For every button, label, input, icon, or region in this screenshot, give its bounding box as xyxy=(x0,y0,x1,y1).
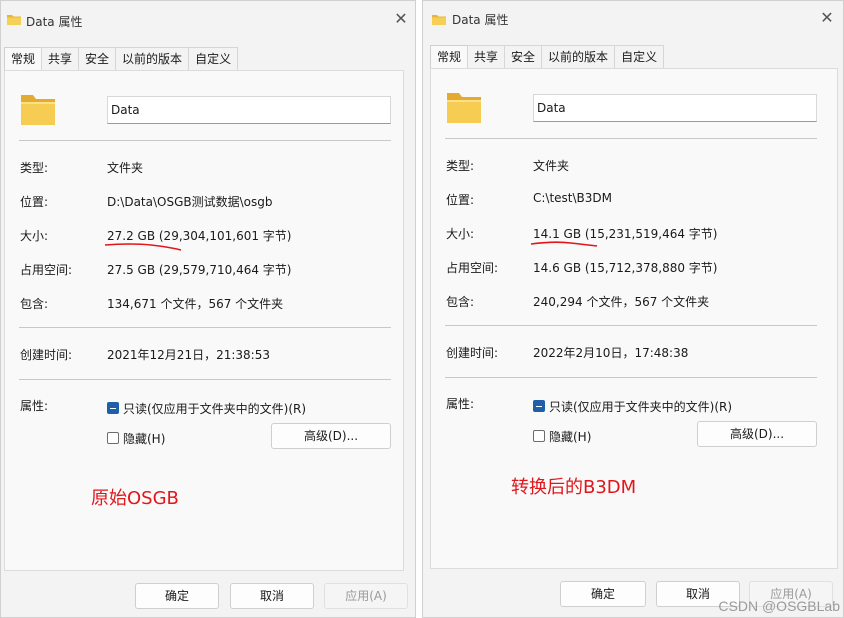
divider xyxy=(445,377,817,378)
size-label: 大小: xyxy=(20,229,49,243)
contains-value: 240,294 个文件，567 个文件夹 xyxy=(533,295,710,309)
divider xyxy=(445,138,817,139)
hidden-label[interactable]: 隐藏(H) xyxy=(123,430,165,447)
location-label: 位置: xyxy=(20,195,49,209)
apply-button[interactable]: 应用(A) xyxy=(324,583,408,609)
annotation-text: 原始OSGB xyxy=(91,488,179,509)
folder-icon xyxy=(432,15,446,25)
general-panel: 类型: 文件夹 位置: C:\test\B3DM 大小: 14.1 GB (15… xyxy=(430,68,838,569)
contains-value: 134,671 个文件，567 个文件夹 xyxy=(107,297,284,311)
red-underline-mark xyxy=(530,241,598,247)
size-on-disk-label: 占用空间: xyxy=(446,261,499,275)
title-bar[interactable]: Data 属性 ✕ xyxy=(423,1,843,37)
tab-general[interactable]: 常规 xyxy=(4,47,43,72)
tab-sharing[interactable]: 共享 xyxy=(41,47,80,71)
created-label: 创建时间: xyxy=(20,348,73,362)
location-label: 位置: xyxy=(446,193,475,207)
divider xyxy=(19,379,391,380)
red-underline-mark xyxy=(104,243,182,251)
size-on-disk-value: 14.6 GB (15,712,378,880 字节) xyxy=(533,261,718,275)
general-panel: 类型: 文件夹 位置: D:\Data\OSGB测试数据\osgb 大小: 27… xyxy=(4,70,404,571)
window-title: Data 属性 xyxy=(452,13,509,27)
properties-window-right: Data 属性 ✕ 常规 共享 安全 以前的版本 自定义 类型: 文件夹 位置:… xyxy=(422,0,844,618)
type-value: 文件夹 xyxy=(533,159,570,173)
type-value: 文件夹 xyxy=(107,161,144,175)
attributes-label: 属性: xyxy=(446,397,475,411)
location-value[interactable]: C:\test\B3DM xyxy=(533,191,612,205)
ok-button[interactable]: 确定 xyxy=(560,581,646,607)
hidden-checkbox[interactable] xyxy=(533,430,545,442)
tab-previous-versions[interactable]: 以前的版本 xyxy=(541,45,616,69)
location-value[interactable]: D:\Data\OSGB测试数据\osgb xyxy=(107,193,273,210)
folder-icon xyxy=(21,95,55,125)
size-on-disk-value: 27.5 GB (29,579,710,464 字节) xyxy=(107,263,292,277)
folder-icon xyxy=(7,15,21,25)
tab-strip: 常规 共享 安全 以前的版本 自定义 xyxy=(430,45,665,70)
readonly-label[interactable]: 只读(仅应用于文件夹中的文件)(R) xyxy=(549,398,732,415)
watermark-text: CSDN @OSGBLab xyxy=(718,598,840,614)
contains-label: 包含: xyxy=(20,297,49,311)
size-label: 大小: xyxy=(446,227,475,241)
hidden-label[interactable]: 隐藏(H) xyxy=(549,428,591,445)
tab-customize[interactable]: 自定义 xyxy=(188,47,239,71)
cancel-button[interactable]: 取消 xyxy=(230,583,314,609)
divider xyxy=(19,327,391,328)
readonly-label[interactable]: 只读(仅应用于文件夹中的文件)(R) xyxy=(123,400,306,417)
ok-button[interactable]: 确定 xyxy=(135,583,219,609)
folder-icon xyxy=(447,93,481,123)
folder-name-input[interactable] xyxy=(107,96,391,124)
advanced-button[interactable]: 高级(D)... xyxy=(271,423,391,449)
size-on-disk-label: 占用空间: xyxy=(20,263,73,277)
created-value: 2021年12月21日，21:38:53 xyxy=(107,348,270,362)
tab-strip: 常规 共享 安全 以前的版本 自定义 xyxy=(4,47,239,72)
attributes-label: 属性: xyxy=(20,399,49,413)
properties-window-left: Data 属性 ✕ 常规 共享 安全 以前的版本 自定义 类型: 文件夹 位置:… xyxy=(0,0,416,618)
tab-general[interactable]: 常规 xyxy=(430,45,469,70)
hidden-checkbox[interactable] xyxy=(107,432,119,444)
annotation-text: 转换后的B3DM xyxy=(511,477,637,498)
readonly-checkbox[interactable] xyxy=(107,402,119,414)
divider xyxy=(445,325,817,326)
type-label: 类型: xyxy=(20,161,49,175)
folder-name-input[interactable] xyxy=(533,94,817,122)
created-label: 创建时间: xyxy=(446,346,499,360)
advanced-button[interactable]: 高级(D)... xyxy=(697,421,817,447)
contains-label: 包含: xyxy=(446,295,475,309)
close-icon[interactable]: ✕ xyxy=(819,10,835,26)
type-label: 类型: xyxy=(446,159,475,173)
readonly-checkbox[interactable] xyxy=(533,400,545,412)
tab-security[interactable]: 安全 xyxy=(504,45,543,69)
title-bar[interactable]: Data 属性 ✕ xyxy=(1,1,415,37)
tab-sharing[interactable]: 共享 xyxy=(467,45,506,69)
created-value: 2022年2月10日，17:48:38 xyxy=(533,346,689,360)
tab-customize[interactable]: 自定义 xyxy=(614,45,665,69)
divider xyxy=(19,140,391,141)
close-icon[interactable]: ✕ xyxy=(393,11,409,27)
tab-previous-versions[interactable]: 以前的版本 xyxy=(115,47,190,71)
tab-security[interactable]: 安全 xyxy=(78,47,117,71)
window-title: Data 属性 xyxy=(26,15,83,29)
